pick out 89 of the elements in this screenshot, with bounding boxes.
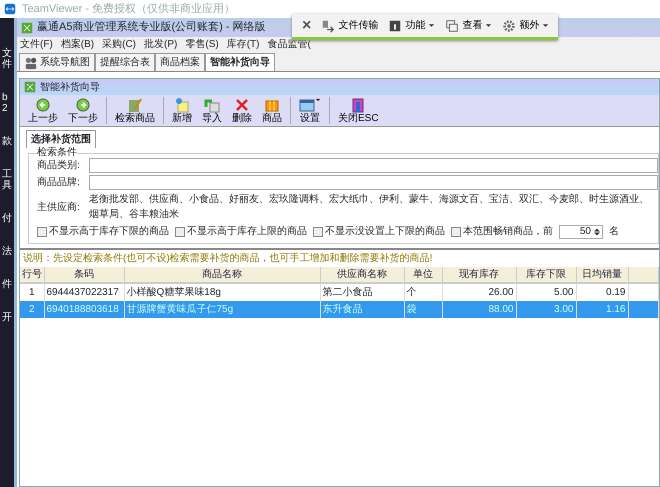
toolbar-button[interactable]: 商品 (258, 97, 286, 124)
input-field[interactable] (89, 158, 658, 173)
toolbar-button[interactable]: 查看 (443, 18, 494, 33)
column-header[interactable]: 供应商名称 (320, 267, 404, 283)
input-field[interactable] (89, 175, 658, 190)
caret-icon (428, 22, 436, 29)
notebook-pencil-icon (127, 97, 143, 113)
teamviewer-logo-icon (4, 3, 16, 15)
field-label: 主供应商: (36, 200, 81, 214)
menu-item[interactable]: 库存(T) (226, 36, 260, 52)
table-cell: 东升食品 (320, 301, 404, 318)
desktop-icon-label: 款 (2, 136, 12, 147)
arrow-left-icon (35, 97, 51, 113)
desktop-icon-label: 件 (2, 279, 12, 290)
desktop-icon-label: 法 (2, 246, 12, 257)
toolbar-button[interactable]: 删除 (228, 97, 256, 124)
close-button[interactable]: × (300, 18, 314, 34)
column-header[interactable]: 行号 (20, 267, 44, 283)
delete-icon (234, 97, 250, 113)
column-header[interactable]: 库存下限 (516, 267, 576, 283)
toolbar-button[interactable]: 设置 (295, 97, 325, 124)
window-settings-icon (299, 97, 315, 113)
toolbar-button[interactable]: 导入 (198, 97, 226, 124)
menu-item[interactable]: 文件(F) (20, 36, 53, 52)
menu-item[interactable]: 档案(B) (60, 36, 94, 52)
toolbar-button[interactable]: 关闭ESC (334, 97, 383, 124)
tab[interactable]: 提醒综合表 (95, 53, 155, 71)
checkbox[interactable] (451, 226, 461, 236)
toolbar-button[interactable]: 新增 (168, 97, 196, 124)
desktop-icon-label: 付 (2, 213, 12, 224)
desktop-icon-label: b2 (2, 92, 9, 114)
file-transfer-icon (321, 18, 336, 32)
spin-arrows-icon (593, 226, 601, 238)
gear-icon (502, 18, 516, 32)
desktop-icon-label: 文件 (2, 48, 12, 70)
column-header[interactable]: 日均销量 (576, 267, 628, 283)
exit-door-icon (350, 97, 366, 113)
desktop-icon-label: 开 (2, 312, 12, 323)
window-title: 智能补货向导 (40, 80, 100, 94)
new-document-icon (174, 97, 190, 113)
window-title: 赢通A5商业管理系统专业版(公司账套) - 网络版 (37, 20, 266, 36)
menu-item[interactable]: 采购(C) (102, 36, 136, 52)
tab[interactable]: 系统导航图 (19, 53, 95, 71)
table-cell: 2 (20, 301, 44, 318)
checkbox[interactable] (313, 226, 323, 236)
desktop-icon-label: 工具 (2, 169, 12, 191)
column-header[interactable]: 单位 (404, 267, 442, 283)
checkbox-label: 本范围畅销商品，前 (463, 224, 553, 239)
field-label: 商品品牌: (36, 176, 81, 190)
toolbar-button[interactable]: 功能 (386, 18, 438, 33)
table-cell: 88.00 (442, 301, 516, 318)
table-cell: 6940188803618 (44, 301, 124, 318)
field-label: 商品类别: (36, 158, 81, 173)
column-header[interactable]: 现有库存 (442, 267, 516, 283)
toolbar-button[interactable]: 文件传输 (319, 18, 380, 33)
checkbox[interactable] (175, 226, 185, 236)
app-title: TeamViewer - 免费授权（仅供非商业应用） (22, 2, 236, 17)
app-logo-icon (21, 22, 33, 34)
import-arrow-icon (204, 97, 220, 113)
toolbar-button[interactable]: 额外 (500, 18, 552, 33)
number-spinner[interactable]: 50 (559, 224, 603, 238)
caret-icon (542, 22, 550, 29)
toolbar-button[interactable]: 检索商品 (111, 97, 159, 124)
caret-icon (485, 22, 492, 29)
checkbox-label: 不显示没设置上下限的商品 (325, 224, 445, 239)
info-icon (388, 18, 402, 32)
field-label: 名 (609, 225, 619, 239)
arrow-right-icon (75, 97, 91, 113)
column-header[interactable]: 商品名称 (124, 267, 320, 283)
supplier-list: 老衡批发部、供应商、小食品、好丽友、宏玖隆调料、宏大纸巾、伊利、蒙牛、海源文百、宝洁、双汇、今麦郎、时生源酒业、烟草局、谷丰粮油米 (89, 192, 658, 222)
menu-item[interactable]: 批发(P) (144, 36, 178, 52)
tab[interactable]: 商品档案 (155, 53, 205, 71)
toolbar-button[interactable]: 下一步 (64, 97, 102, 124)
checkbox-label: 不显示高于库存上限的商品 (187, 224, 307, 239)
app-logo-icon (24, 81, 36, 93)
people-icon (24, 56, 38, 70)
checkbox[interactable] (37, 226, 47, 236)
table-cell: 袋 (404, 301, 442, 318)
menu-item[interactable]: 零售(S) (185, 36, 219, 52)
toolbar-button[interactable]: 上一步 (24, 97, 62, 124)
table-cell: 甘源牌蟹黄味瓜子仁75g (124, 301, 320, 318)
windows-icon (445, 18, 460, 32)
tab[interactable]: 智能补货向导 (205, 53, 275, 71)
group-legend: 检索条件 (37, 148, 77, 158)
table-cell: 1.16 (576, 301, 628, 318)
table-cell: 3.00 (516, 301, 576, 318)
tab[interactable]: 选择补货范围 (26, 130, 96, 148)
column-header[interactable]: 条码 (44, 267, 124, 283)
checkbox-label: 不显示高于库存下限的商品 (49, 224, 169, 239)
